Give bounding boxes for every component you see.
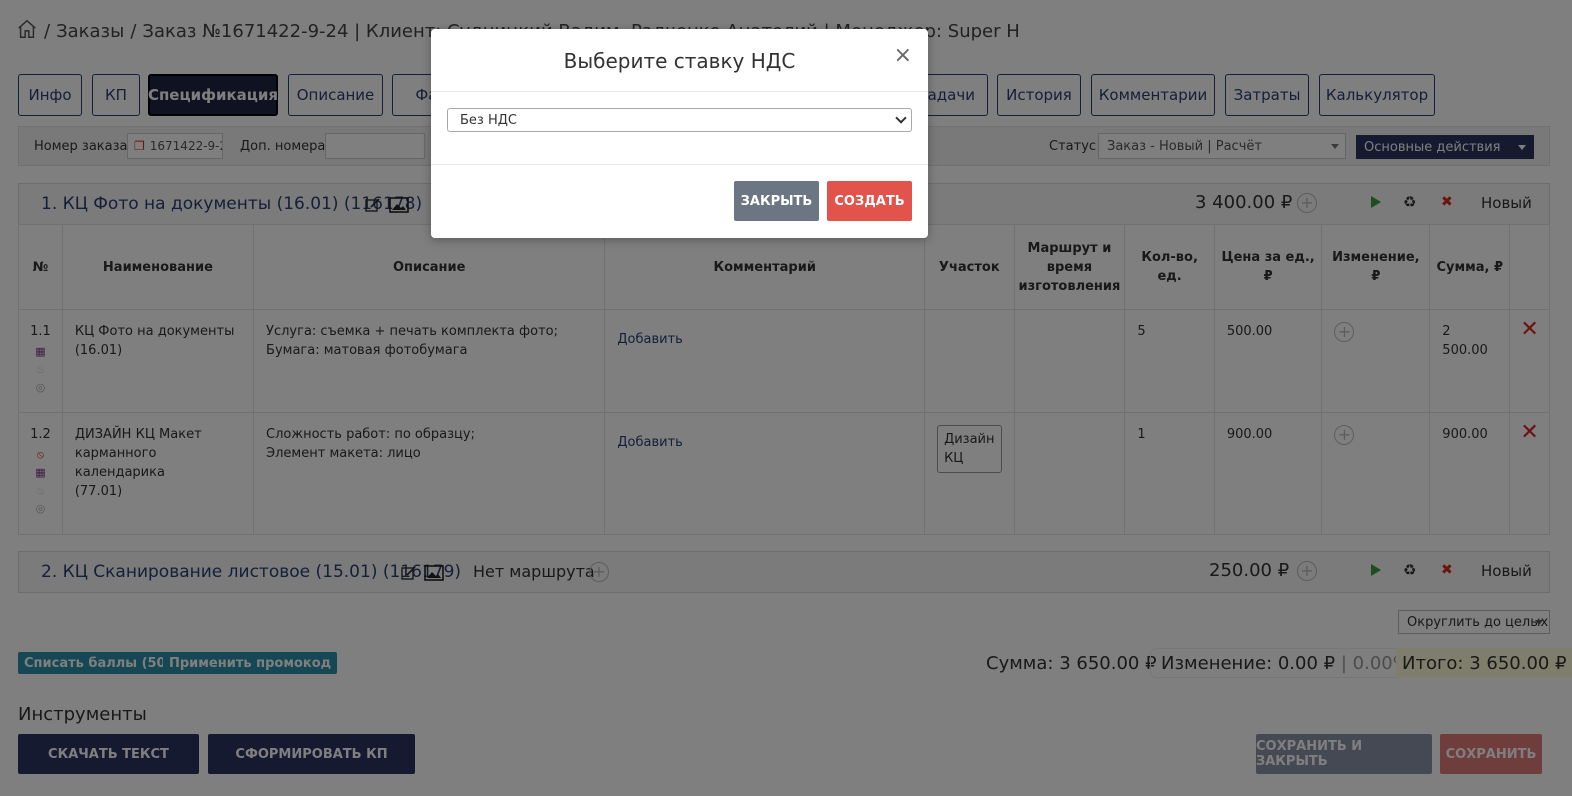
divider (431, 91, 928, 92)
modal-close-button[interactable]: ЗАКРЫТЬ (734, 181, 819, 221)
vat-rate-select[interactable]: Без НДС (447, 108, 912, 132)
vat-rate-modal: Выберите ставку НДС × Без НДС ЗАКРЫТЬ СО… (431, 29, 928, 238)
divider (431, 164, 928, 165)
modal-create-button[interactable]: СОЗДАТЬ (827, 181, 912, 221)
close-icon[interactable]: × (894, 45, 912, 67)
modal-title: Выберите ставку НДС (563, 49, 796, 73)
chevron-down-icon (895, 112, 907, 124)
